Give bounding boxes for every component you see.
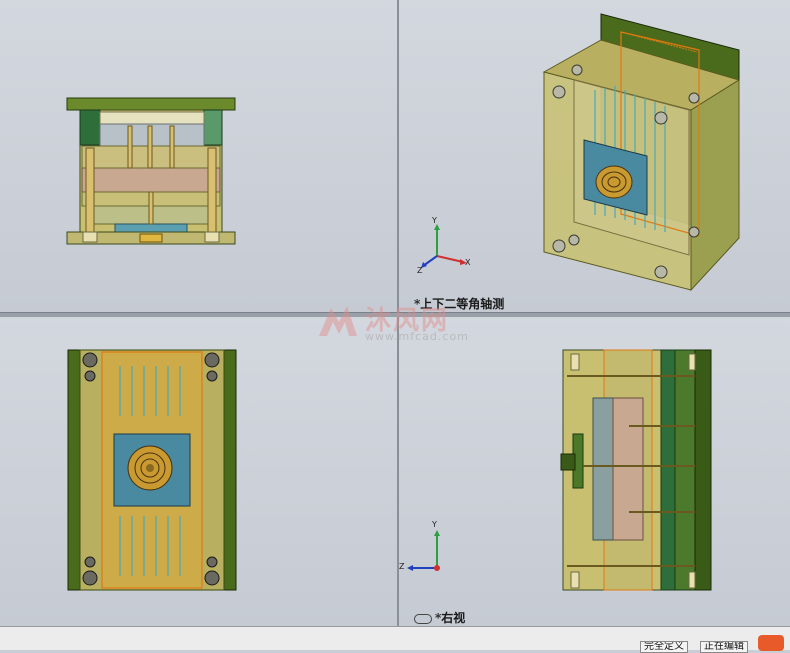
status-bar: 完全定义 正在编辑 — [0, 626, 790, 653]
axis-y-label: Y — [432, 216, 437, 225]
axis-z-label: Z — [399, 562, 405, 571]
view-label-right-text: *右视 — [435, 611, 466, 625]
axis-y-label: Y — [432, 520, 437, 529]
mold-front-view — [66, 97, 236, 245]
view-label-right: *右视 — [414, 609, 465, 626]
watermark-logo-icon — [319, 306, 357, 336]
coordinate-triad: Y X Z — [415, 216, 475, 278]
viewport-top[interactable] — [0, 316, 397, 626]
mold-top-view — [67, 349, 237, 591]
status-definition: 完全定义 — [640, 641, 688, 653]
eye-icon — [414, 613, 432, 624]
axis-x-label: X — [465, 258, 471, 267]
watermark: 沐风网 www.mfcad.com — [315, 300, 485, 350]
watermark-url: www.mfcad.com — [365, 330, 469, 343]
viewport-right[interactable]: *右视 Y Z — [399, 316, 790, 626]
viewport-front[interactable] — [0, 0, 397, 312]
coordinate-triad: Y Z — [399, 520, 459, 584]
viewport-isometric[interactable]: *上下二等角轴测 Y X Z — [399, 0, 790, 312]
axis-z-label: Z — [417, 266, 423, 275]
status-editing: 正在编辑 — [700, 641, 748, 653]
